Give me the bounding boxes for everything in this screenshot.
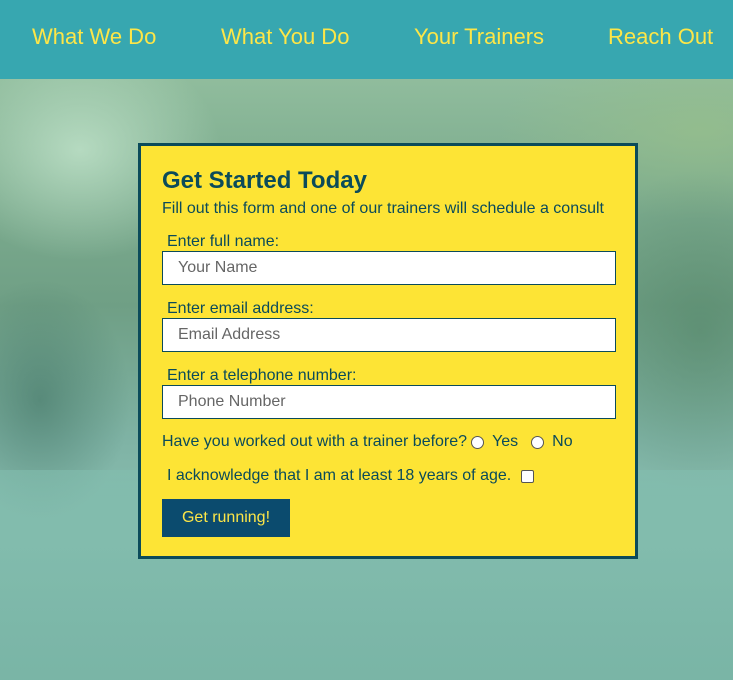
name-label: Enter full name: [167, 233, 280, 250]
radio-yes-label: Yes [492, 433, 519, 450]
top-nav: What We Do What You Do Your Trainers Rea… [0, 0, 733, 79]
nav-item-your-trainers[interactable]: Your Trainers [414, 24, 544, 50]
form-subtitle: Fill out this form and one of our traine… [162, 200, 604, 217]
radio-no-label: No [552, 433, 573, 450]
trainer-question-label: Have you worked out with a trainer befor… [162, 433, 468, 450]
radio-no[interactable] [531, 435, 545, 449]
email-label: Enter email address: [167, 300, 314, 317]
age-ack-row: I acknowledge that I am at least 18 year… [167, 467, 535, 485]
phone-label: Enter a telephone number: [167, 367, 357, 384]
radio-yes[interactable] [471, 435, 485, 449]
signup-form: Get Started Today Fill out this form and… [138, 143, 638, 559]
email-input[interactable] [162, 318, 616, 352]
nav-item-what-you-do[interactable]: What You Do [221, 24, 349, 50]
form-title: Get Started Today [162, 167, 367, 194]
nav-item-reach-out[interactable]: Reach Out [608, 24, 713, 50]
trainer-question-row: Have you worked out with a trainer befor… [162, 433, 582, 451]
age-ack-label: I acknowledge that I am at least 18 year… [167, 467, 512, 484]
age-ack-checkbox[interactable] [521, 469, 535, 483]
name-input[interactable] [162, 251, 616, 285]
submit-button[interactable]: Get running! [162, 499, 290, 537]
nav-item-what-we-do[interactable]: What We Do [32, 24, 156, 50]
phone-input[interactable] [162, 385, 616, 419]
